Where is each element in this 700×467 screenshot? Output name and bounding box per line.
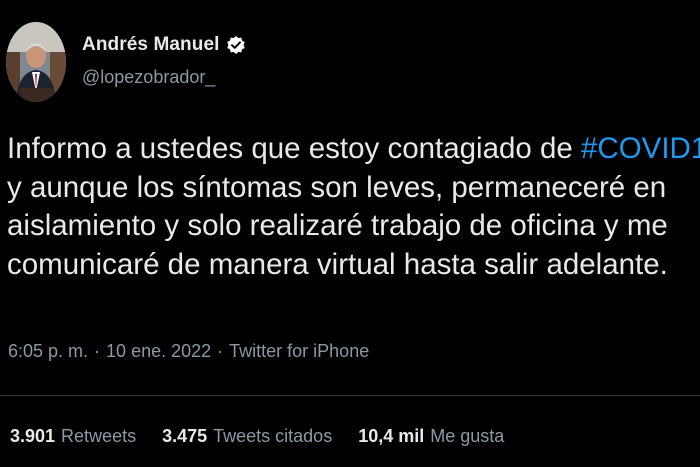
tweet-line: comunicaré de manera virtual hasta salir… (7, 247, 668, 281)
tweet-source-link[interactable]: Twitter for iPhone (229, 341, 369, 362)
avatar-photo (6, 22, 66, 102)
display-name[interactable]: Andrés Manuel (82, 34, 220, 56)
tweet-line-text: Informo a ustedes que estoy contagiado d… (7, 132, 581, 165)
tweet-meta: 6:05 p. m. · 10 ene. 2022 · Twitter for … (8, 341, 369, 362)
quote-tweets-count: 3.475 (162, 426, 208, 446)
user-handle[interactable]: @lopezobrador_ (82, 67, 215, 88)
retweets-stat[interactable]: 3.901 Retweets (10, 426, 136, 447)
quote-tweets-label: Tweets citados (213, 426, 333, 446)
tweet-time[interactable]: 6:05 p. m. (8, 341, 88, 362)
retweets-label: Retweets (61, 426, 137, 446)
meta-separator: · (94, 341, 101, 361)
divider (0, 395, 700, 396)
tweet-text: Informo a ustedes que estoy contagiado d… (7, 130, 700, 284)
tweet-line: Informo a ustedes que estoy contagiado d… (7, 130, 700, 169)
author-row: Andrés Manuel (82, 34, 246, 56)
likes-stat[interactable]: 10,4 mil Me gusta (358, 426, 504, 447)
tweet-card: Andrés Manuel @lopezobrador_ Informo a u… (0, 0, 700, 467)
quote-tweets-stat[interactable]: 3.475 Tweets citados (162, 426, 332, 447)
likes-count: 10,4 mil (358, 426, 425, 446)
verified-badge-icon (226, 35, 246, 55)
engagement-stats: 3.901 Retweets 3.475 Tweets citados 10,4… (10, 426, 504, 447)
tweet-line: y aunque los síntomas son leves, permane… (7, 170, 667, 204)
likes-label: Me gusta (430, 426, 505, 446)
meta-separator: · (217, 341, 224, 361)
tweet-line: aislamiento y solo realizaré trabajo de … (7, 209, 668, 242)
avatar[interactable] (6, 22, 66, 102)
retweets-count: 3.901 (10, 426, 56, 446)
tweet-date[interactable]: 10 ene. 2022 (106, 341, 211, 362)
hashtag-link[interactable]: #COVID19 (581, 132, 700, 165)
